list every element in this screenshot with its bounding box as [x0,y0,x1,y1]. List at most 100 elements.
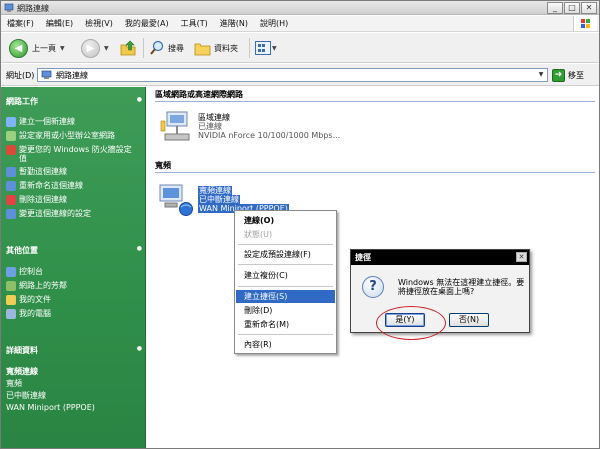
network-connections-icon [41,70,52,79]
menu-file[interactable]: 檔案(F) [7,18,34,29]
maximize-button[interactable]: □ [564,2,580,14]
close-button[interactable]: ✕ [581,2,597,14]
task-disable-connection[interactable]: 暫勤這個連線 [6,167,144,177]
folders-label: 資料夾 [214,43,238,53]
go-button[interactable]: ➜ 移至 [552,68,584,82]
menu-properties[interactable]: 內容(R) [236,338,335,351]
task-label: 變更這個連線的設定 [19,209,91,218]
task-rename-connection[interactable]: 重新命名這個連線 [6,181,144,191]
broadband-group-heading: 寬頻 [155,160,595,173]
views-button[interactable]: ▼ [255,37,277,59]
task-home-network[interactable]: 設定家用或小型辦公室網路 [6,131,144,141]
menu-set-default[interactable]: 設定成預設連線(F) [236,248,335,261]
broadband-connection[interactable]: 寬頻連線 已中斷連線 WAN Miniport (PPPOE) [198,186,289,213]
menu-delete[interactable]: 刪除(D) [236,304,335,317]
up-folder-icon [120,40,136,56]
broadband-connection-status: 已中斷連線 [198,195,240,204]
collapse-icon[interactable]: ● [137,245,142,252]
other-places-title: 其他位置 [6,246,38,255]
dialog-title[interactable]: 捷徑 [351,250,529,265]
broadband-connection-icon[interactable] [156,183,196,217]
views-dropdown-icon[interactable]: ▼ [272,45,277,52]
go-label: 移至 [568,70,584,80]
new-connection-icon [6,117,16,127]
task-label: 設定家用或小型辦公室網路 [19,131,115,140]
menu-create-shortcut[interactable]: 建立捷徑(S) [236,290,335,303]
address-dropdown-icon[interactable]: ▼ [536,70,546,80]
menu-rename[interactable]: 重新命名(M) [236,318,335,331]
menu-favorites[interactable]: 我的最愛(A) [125,18,169,29]
menu-connect[interactable]: 連線(O) [236,214,335,227]
task-label: 建立一個新連線 [19,117,75,126]
toolbar-separator [143,38,144,58]
menu-bar: 檔案(F) 編輯(E) 檢視(V) 我的最愛(A) 工具(T) 進階(N) 說明… [1,16,599,32]
lan-connection-device: NVIDIA nForce 10/100/1000 Mbps... [198,131,341,140]
forward-button[interactable]: ▶ ▼ [81,37,109,59]
network-places-icon [6,281,16,291]
back-label: 上一頁 [32,43,56,53]
task-label: 重新命名這個連線 [19,181,83,190]
lan-connection-icon[interactable] [159,109,193,143]
details-status: 已中斷連線 [6,391,46,400]
menu-help[interactable]: 說明(H) [260,18,288,29]
context-menu: 連線(O) 狀態(U) 設定成預設連線(F) 建立複份(C) 建立捷徑(S) 刪… [234,210,337,354]
place-control-panel[interactable]: 控制台 [6,267,144,277]
menu-create-copy[interactable]: 建立複份(C) [236,269,335,282]
title-bar[interactable]: 網路連線 _ □ ✕ [1,1,599,15]
details-heading[interactable]: 詳細資料 ● [6,345,142,356]
go-arrow-icon: ➜ [552,68,565,82]
disable-connection-icon [6,167,16,177]
place-my-documents[interactable]: 我的文件 [6,295,144,305]
search-button[interactable]: 搜尋 [149,37,184,59]
task-change-settings[interactable]: 變更這個連線的設定 [6,209,144,219]
menu-separator [238,264,333,265]
lan-connection[interactable]: 區域連線 已連線 NVIDIA nForce 10/100/1000 Mbps.… [198,113,340,140]
delete-icon [6,195,16,205]
task-pane: 網路工作 ● 建立一個新連線 設定家用或小型辦公室網路 變更您的 Windows… [1,87,146,448]
toolbar-separator [249,38,250,58]
back-arrow-icon: ◀ [9,38,28,58]
place-my-computer[interactable]: 我的電腦 [6,309,144,319]
minimize-button[interactable]: _ [547,2,563,14]
lan-connection-status: 已連線 [198,122,222,131]
window-title: 網路連線 [17,4,49,13]
task-new-connection[interactable]: 建立一個新連線 [6,117,144,127]
other-places-heading[interactable]: 其他位置 ● [6,245,142,256]
address-bar: 網址(D) 網路連線 ▼ ➜ 移至 [1,64,599,86]
firewall-icon [6,145,16,155]
network-tasks-title: 網路工作 [6,97,38,106]
address-input[interactable]: 網路連線 ▼ [37,68,548,82]
menu-separator [238,334,333,335]
dialog-message: Windows 無法在這裡建立捷徑。要將捷徑放在桌面上嗎? [398,278,525,296]
back-dropdown-icon[interactable]: ▼ [60,45,65,52]
menu-view[interactable]: 檢視(V) [85,18,113,29]
place-network-neighborhood[interactable]: 網路上的芳鄰 [6,281,144,291]
address-value: 網路連線 [56,70,88,80]
address-label: 網址(D) [6,71,35,80]
lan-group-heading: 區域網路或高速網際網路 [155,89,595,102]
collapse-icon[interactable]: ● [137,96,142,103]
collapse-icon[interactable]: ● [137,345,142,352]
no-button[interactable]: 否(N) [449,313,489,327]
menu-edit[interactable]: 編輯(E) [46,18,73,29]
forward-dropdown-icon[interactable]: ▼ [104,45,109,52]
back-button[interactable]: ◀ 上一頁 ▼ [9,37,65,59]
menu-tools[interactable]: 工具(T) [181,18,208,29]
network-tasks-heading[interactable]: 網路工作 ● [6,96,142,107]
windows-logo-icon [573,16,597,31]
task-label: 變更您的 Windows 防火牆設定值 [19,145,132,163]
task-delete-connection[interactable]: 刪除這個連線 [6,195,144,205]
control-panel-icon [6,267,16,277]
menu-advanced[interactable]: 進階(N) [220,18,248,29]
home-network-icon [6,131,16,141]
menu-status[interactable]: 狀態(U) [236,228,335,241]
my-computer-icon [6,309,16,319]
lan-connection-name: 區域連線 [198,113,230,122]
folders-button[interactable]: 資料夾 [194,37,238,59]
toolbar: ◀ 上一頁 ▼ ▶ ▼ 搜尋 資料夾 ▼ [1,33,599,63]
up-folder-button[interactable] [119,37,137,59]
network-connections-icon [4,3,14,12]
dialog-close-icon[interactable]: ✕ [516,252,527,262]
place-label: 控制台 [19,267,43,276]
task-firewall[interactable]: 變更您的 Windows 防火牆設定值 [6,145,138,163]
